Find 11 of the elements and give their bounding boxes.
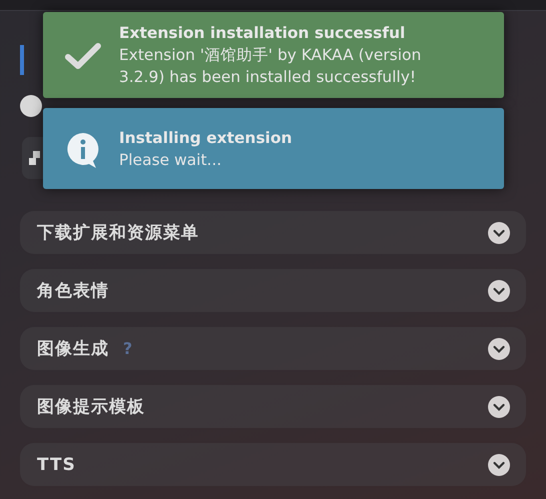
accordion-header[interactable]: 下载扩展和资源菜单 <box>20 211 526 254</box>
toast-title: Installing extension <box>119 128 292 147</box>
toast-message: Extension '酒馆助手' by KAKAA (version 3.2.9) has been installed successfully! <box>119 45 422 88</box>
toggle-knob[interactable] <box>20 95 42 117</box>
accordion-header[interactable]: 图像生成 ? <box>20 327 526 370</box>
toast-title: Extension installation successful <box>119 24 406 42</box>
accordion-header[interactable]: 图像提示模板 <box>20 385 526 428</box>
accent-bar <box>20 45 24 75</box>
toast-message: Please wait... <box>119 150 223 171</box>
accordion-header[interactable]: 角色表情 <box>20 269 526 312</box>
accordion-header[interactable]: TTS <box>20 443 526 486</box>
